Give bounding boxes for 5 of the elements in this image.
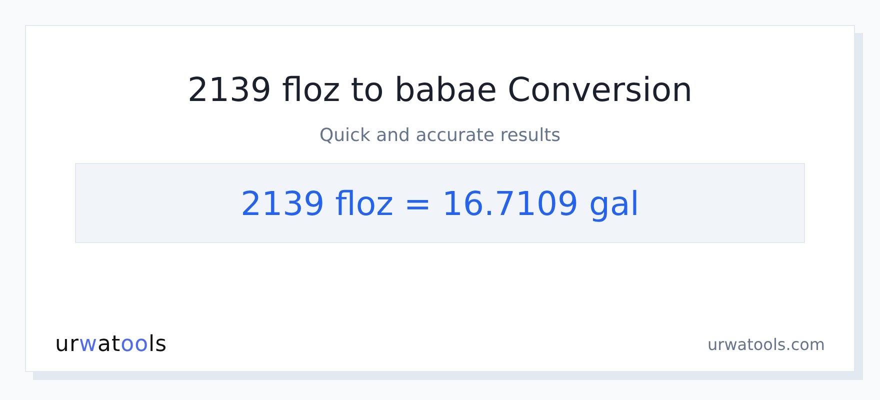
logo: urwatools (55, 332, 168, 357)
page-title: 2139 floz to babae Conversion (187, 70, 693, 110)
site-link[interactable]: urwatools.com (708, 335, 825, 354)
subtitle: Quick and accurate results (319, 124, 561, 148)
result-text: 2139 floz = 16.7109 gal (75, 163, 805, 243)
